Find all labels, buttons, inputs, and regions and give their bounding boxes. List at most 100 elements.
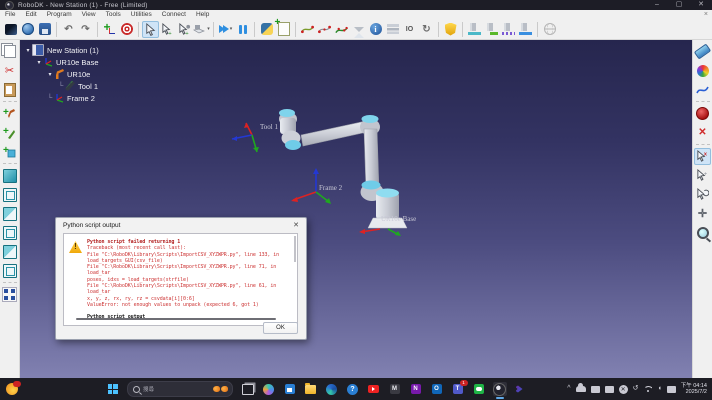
sync-icon[interactable]: ↺	[633, 384, 639, 394]
paste-icon[interactable]	[1, 81, 18, 98]
fit-to-screen-icon[interactable]	[1, 286, 18, 303]
select-delete-cursor-icon[interactable]: x	[694, 148, 711, 165]
wifi-icon[interactable]	[643, 386, 652, 393]
measure-icon[interactable]	[694, 43, 711, 60]
horizontal-scrollbar[interactable]	[76, 318, 276, 320]
machining-path-icon[interactable]	[517, 21, 534, 38]
select-add-cursor-icon[interactable]: +	[694, 167, 711, 184]
vertical-scrollbar[interactable]	[294, 236, 296, 262]
view-wire3-cube-icon[interactable]	[1, 262, 18, 279]
dropdown-arrow-icon[interactable]: ▾	[230, 26, 233, 32]
view-mode-icon[interactable]: ▾	[193, 21, 210, 38]
close-button[interactable]: ✕	[690, 0, 712, 10]
menu-program[interactable]: Program	[42, 11, 77, 18]
expander-icon[interactable]: ▾	[46, 71, 54, 78]
license-shield-icon[interactable]	[442, 21, 459, 38]
pause-icon[interactable]	[234, 21, 251, 38]
zoom-icon[interactable]	[694, 224, 711, 241]
select-rotate-cursor-icon[interactable]	[694, 186, 711, 203]
tree-item-tool[interactable]: └ Tool 1	[24, 80, 194, 92]
machining-curve-icon[interactable]	[483, 21, 500, 38]
tree-label[interactable]: UR10e	[67, 70, 90, 79]
panel-close-icon[interactable]: ×	[704, 11, 712, 18]
tree-item-frame2[interactable]: └ Frame 2	[24, 92, 194, 104]
task-view-icon[interactable]	[241, 382, 255, 396]
clock[interactable]: 下午 04:14 2025/7/2	[681, 383, 707, 396]
tree-item-base-frame[interactable]: ▾ UR10e Base	[24, 56, 194, 68]
view-solid-cube-icon[interactable]	[1, 167, 18, 184]
add-reference-frame-icon[interactable]	[101, 21, 118, 38]
tree-item-robot[interactable]: ▾ UR10e	[24, 68, 194, 80]
line-icon[interactable]	[472, 382, 486, 396]
curve-follow-icon[interactable]	[333, 21, 350, 38]
cut-icon[interactable]: ✂	[1, 62, 18, 79]
io-monitor-icon[interactable]: IO	[401, 21, 418, 38]
new-station-icon[interactable]	[2, 21, 19, 38]
select-cursor-icon[interactable]	[142, 21, 159, 38]
view-mixed2-cube-icon[interactable]	[1, 243, 18, 260]
copilot-icon[interactable]	[262, 382, 276, 396]
tool1-frame[interactable]	[232, 123, 259, 152]
dialog-close-icon[interactable]: ✕	[293, 221, 306, 229]
open-online-library-icon[interactable]	[19, 21, 36, 38]
tree-label[interactable]: New Station (1)	[47, 46, 99, 55]
weather-icon[interactable]	[6, 383, 18, 395]
move-frame-cursor-icon[interactable]: +	[159, 21, 176, 38]
machining-project-icon[interactable]	[466, 21, 483, 38]
onenote-icon[interactable]: N	[409, 382, 423, 396]
project-curve-icon[interactable]	[299, 21, 316, 38]
move-robot-cursor-icon[interactable]: +	[176, 21, 193, 38]
view-wire-cube-icon[interactable]	[1, 186, 18, 203]
add-tool-icon[interactable]: +	[1, 124, 18, 141]
volume-icon[interactable]: ◖	[657, 384, 661, 394]
quiet-icon[interactable]: ✕	[619, 385, 628, 394]
undo-icon[interactable]: ↶	[60, 21, 77, 38]
add-shape-icon[interactable]: +	[1, 143, 18, 160]
record-icon[interactable]	[694, 105, 711, 122]
youtube-icon[interactable]	[367, 382, 381, 396]
edge-icon[interactable]	[325, 382, 339, 396]
maximize-button[interactable]: ▢	[668, 0, 690, 10]
battery-icon[interactable]	[667, 386, 676, 393]
view-wire2-cube-icon[interactable]	[1, 224, 18, 241]
add-robot-icon[interactable]: +	[1, 105, 18, 122]
minimize-button[interactable]: –	[646, 0, 668, 10]
menu-file[interactable]: File	[0, 11, 20, 18]
ok-button[interactable]: OK	[263, 322, 298, 334]
dropdown-arrow-icon[interactable]: ▾	[207, 26, 210, 32]
refresh-icon[interactable]: ↻	[418, 21, 435, 38]
menu-tools[interactable]: Tools	[101, 11, 126, 18]
search-input[interactable]: 搜尋	[127, 381, 233, 397]
add-target-icon[interactable]	[118, 21, 135, 38]
add-python-script-icon[interactable]	[275, 21, 292, 38]
pan-icon[interactable]: ✛	[694, 205, 711, 222]
m-app-icon[interactable]: M	[388, 382, 402, 396]
menu-edit[interactable]: Edit	[20, 11, 41, 18]
draw-curve-icon[interactable]	[694, 81, 711, 98]
fast-simulation-icon[interactable]: ▾	[217, 21, 234, 38]
copy-icon[interactable]	[1, 43, 18, 60]
tree-label[interactable]: Tool 1	[78, 82, 98, 91]
run-python-icon[interactable]	[258, 21, 275, 38]
menu-view[interactable]: View	[77, 11, 101, 18]
start-icon[interactable]	[106, 382, 120, 396]
menu-connect[interactable]: Connect	[157, 11, 191, 18]
file-explorer-icon[interactable]	[304, 382, 318, 396]
menu-help[interactable]: Help	[191, 11, 214, 18]
wait-hourglass-icon[interactable]	[350, 21, 367, 38]
save-station-icon[interactable]	[36, 21, 53, 38]
expander-icon[interactable]: ▾	[24, 47, 32, 54]
store-icon[interactable]	[283, 382, 297, 396]
view-mixed-cube-icon[interactable]	[1, 205, 18, 222]
delete-icon[interactable]: ✕	[694, 124, 711, 141]
outlook-icon[interactable]: O	[430, 382, 444, 396]
machining-points-icon[interactable]	[500, 21, 517, 38]
expander-icon[interactable]: ▾	[35, 59, 43, 66]
keyboard-icon[interactable]	[591, 386, 600, 393]
tree-item-station[interactable]: ▾ New Station (1)	[24, 44, 194, 56]
tree-label[interactable]: UR10e Base	[56, 58, 99, 67]
about-info-icon[interactable]: i	[367, 21, 384, 38]
tree-label[interactable]: Frame 2	[67, 94, 95, 103]
program-blocks-icon[interactable]	[384, 21, 401, 38]
dialog-output-area[interactable]: Python script failed returning 1 Traceba…	[63, 233, 298, 326]
